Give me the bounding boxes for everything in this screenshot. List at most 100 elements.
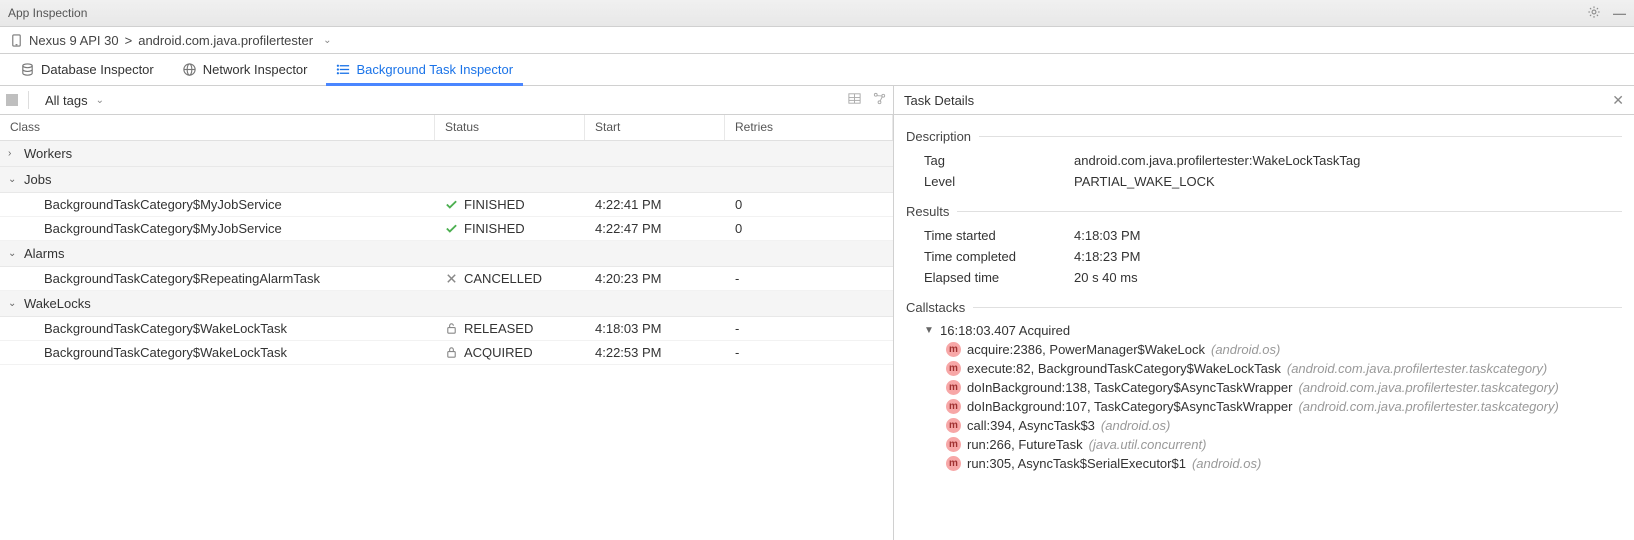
table-row[interactable]: BackgroundTaskCategory$WakeLockTaskACQUI… <box>0 341 893 365</box>
col-header-start[interactable]: Start <box>585 115 725 140</box>
table-row[interactable]: BackgroundTaskCategory$MyJobServiceFINIS… <box>0 217 893 241</box>
value-time-started: 4:18:03 PM <box>1074 228 1141 243</box>
cell-start: 4:18:03 PM <box>585 321 725 336</box>
callstack-frame[interactable]: mdoInBackground:107, TaskCategory$AsyncT… <box>924 397 1622 416</box>
group-jobs[interactable]: ⌄ Jobs <box>0 167 893 193</box>
cell-retries: - <box>725 345 893 360</box>
device-icon <box>10 34 23 47</box>
method-badge-icon: m <box>946 380 961 395</box>
graph-view-icon[interactable] <box>872 91 887 109</box>
table-row[interactable]: BackgroundTaskCategory$MyJobServiceFINIS… <box>0 193 893 217</box>
callstack-frame[interactable]: m run:266, FutureTask (java.util.concurre… <box>924 435 1622 454</box>
group-wakelocks[interactable]: ⌄ WakeLocks <box>0 291 893 317</box>
tasks-panel: All tags ⌄ Class Status Start Retries ›W <box>0 86 894 540</box>
label-time-completed: Time completed <box>924 249 1074 264</box>
tasks-table[interactable]: Class Status Start Retries › Workers ⌄ Jobs… <box>0 115 893 540</box>
cell-retries: - <box>725 321 893 336</box>
callstack-frame[interactable]: mrun:305, AsyncTask$SerialExecutor$1 (an… <box>924 454 1622 473</box>
frame-signature: run:266, FutureTask <box>967 437 1083 452</box>
group-workers[interactable]: › Workers <box>0 141 893 167</box>
tool-window-title: App Inspection <box>8 6 1587 20</box>
gear-icon[interactable] <box>1587 5 1601 22</box>
method-badge-icon: m <box>946 437 961 452</box>
frame-signature: call:394, AsyncTask$3 <box>967 418 1095 433</box>
stop-icon[interactable] <box>6 94 18 106</box>
cell-start: 4:22:41 PM <box>585 197 725 212</box>
callstack-frame[interactable]: m call:394, AsyncTask$3 (android.os) <box>924 416 1622 435</box>
label-tag: Tag <box>924 153 1074 168</box>
table-header: Class Status Start Retries <box>0 115 893 141</box>
col-header-status[interactable]: Status <box>435 115 585 140</box>
cell-class: BackgroundTaskCategory$WakeLockTask <box>0 321 435 336</box>
table-view-icon[interactable] <box>847 91 862 109</box>
tab-label: Network Inspector <box>203 62 308 77</box>
cell-retries: - <box>725 271 893 286</box>
chevron-right-icon: › <box>8 148 18 159</box>
frame-package: (android.com.java.profilertester.taskcat… <box>1298 399 1558 414</box>
tab-network-inspector[interactable]: Network Inspector <box>168 54 322 85</box>
group-label: Workers <box>24 146 72 161</box>
x-icon <box>445 272 458 285</box>
tab-database-inspector[interactable]: Database Inspector <box>6 54 168 85</box>
cell-status: FINISHED <box>435 197 585 212</box>
col-header-retries[interactable]: Retries <box>725 115 893 140</box>
cell-status: CANCELLED <box>435 271 585 286</box>
frame-package: (android.os) <box>1211 342 1280 357</box>
tab-background-task-inspector[interactable]: Background Task Inspector <box>322 54 528 85</box>
col-header-class[interactable]: Class <box>0 115 435 140</box>
table-row[interactable]: BackgroundTaskCategory$WakeLockTaskRELEA… <box>0 317 893 341</box>
table-row[interactable]: BackgroundTaskCategory$RepeatingAlarmTas… <box>0 267 893 291</box>
method-badge-icon: m <box>946 418 961 433</box>
chevron-down-icon: ▼ <box>924 325 934 336</box>
frame-package: (java.util.concurrent) <box>1089 437 1207 452</box>
section-results: Results <box>906 204 1622 219</box>
cell-class: BackgroundTaskCategory$MyJobService <box>0 197 435 212</box>
tags-filter-dropdown[interactable]: All tags ⌄ <box>39 91 110 110</box>
callstack-expander[interactable]: ▼ 16:18:03.407 Acquired <box>924 321 1622 340</box>
cell-retries: 0 <box>725 197 893 212</box>
group-label: WakeLocks <box>24 296 91 311</box>
label-level: Level <box>924 174 1074 189</box>
method-badge-icon: m <box>946 342 961 357</box>
cell-status: RELEASED <box>435 321 585 336</box>
label-time-started: Time started <box>924 228 1074 243</box>
frame-package: (android.com.java.profilertester.taskcat… <box>1287 361 1547 376</box>
frame-package: (android.os) <box>1192 456 1261 471</box>
globe-icon <box>182 62 197 77</box>
frame-signature: acquire:2386, PowerManager$WakeLock <box>967 342 1205 357</box>
chevron-down-icon: ⌄ <box>8 248 18 259</box>
chevron-down-icon: ⌄ <box>8 174 18 185</box>
group-alarms[interactable]: ⌄ Alarms <box>0 241 893 267</box>
details-header: Task Details ✕ <box>894 86 1634 115</box>
close-icon[interactable]: ✕ <box>1612 92 1624 109</box>
callstack-frame[interactable]: m acquire:2386, PowerManager$WakeLock (an… <box>924 340 1622 359</box>
cell-start: 4:22:47 PM <box>585 221 725 236</box>
frame-signature: doInBackground:138, TaskCategory$AsyncTa… <box>967 380 1292 395</box>
tab-label: Background Task Inspector <box>357 62 514 77</box>
frame-package: (android.os) <box>1101 418 1170 433</box>
unlock-icon <box>445 322 458 335</box>
callstack-timestamp: 16:18:03.407 Acquired <box>940 323 1070 338</box>
minimize-icon[interactable]: — <box>1613 6 1626 21</box>
inspector-tabs: Database Inspector Network Inspector Backg… <box>0 54 1634 86</box>
db-icon <box>20 62 35 77</box>
process-name: android.com.java.profilertester <box>138 33 313 48</box>
label-elapsed: Elapsed time <box>924 270 1074 285</box>
lock-icon <box>445 346 458 359</box>
value-time-completed: 4:18:23 PM <box>1074 249 1141 264</box>
cell-status: FINISHED <box>435 221 585 236</box>
value-level: PARTIAL_WAKE_LOCK <box>1074 174 1215 189</box>
method-badge-icon: m <box>946 456 961 471</box>
process-selector[interactable]: Nexus 9 API 30 > android.com.java.profil… <box>0 27 1634 54</box>
group-label: Alarms <box>24 246 64 261</box>
callstack-frame[interactable]: m doInBackground:138, TaskCategory$AsyncT… <box>924 378 1622 397</box>
check-icon <box>445 198 458 211</box>
method-badge-icon: m <box>946 361 961 376</box>
breadcrumb-separator: > <box>125 33 133 48</box>
section-description: Description <box>906 129 1622 144</box>
cell-start: 4:20:23 PM <box>585 271 725 286</box>
chevron-down-icon: ⌄ <box>8 298 18 309</box>
callstack-frame[interactable]: mexecute:82, BackgroundTaskCategory$Wake… <box>924 359 1622 378</box>
group-label: Jobs <box>24 172 51 187</box>
cell-class: BackgroundTaskCategory$WakeLockTask <box>0 345 435 360</box>
